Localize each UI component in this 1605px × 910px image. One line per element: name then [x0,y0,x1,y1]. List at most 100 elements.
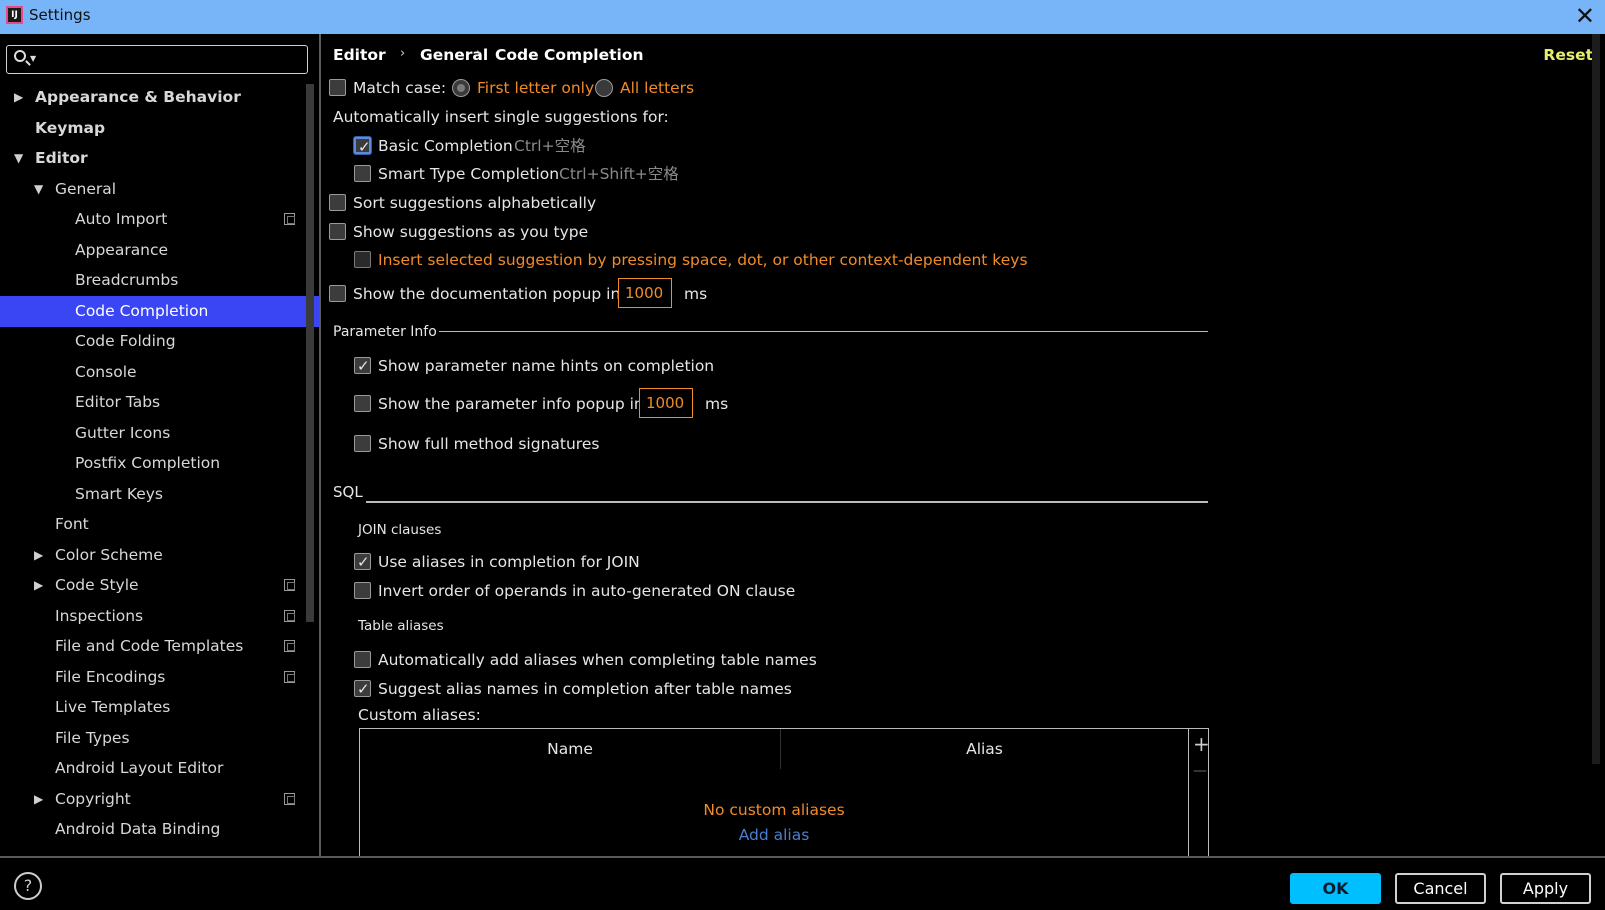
info-popup-delay-field[interactable]: 1000 [639,388,693,418]
smart-type-checkbox[interactable] [354,165,371,182]
first-letter-radio[interactable] [452,79,470,97]
insert-selected-label: Insert selected suggestion by pressing s… [378,251,1028,269]
sidebar-item-file-code-templates[interactable]: File and Code Templates [0,631,319,662]
info-popup-unit: ms [705,395,729,413]
doc-popup-delay-field[interactable]: 1000 [618,278,672,308]
info-popup-checkbox[interactable] [354,395,371,412]
search-box[interactable]: ▼ [6,45,308,74]
sidebar-item-color-scheme[interactable]: ▶ Color Scheme [0,540,319,571]
sidebar-item-copyright[interactable]: ▶ Copyright [0,784,319,815]
sidebar-item-appearance[interactable]: Appearance [0,235,319,266]
sidebar-item-label: Code Style [55,576,139,594]
project-scope-icon [284,213,295,225]
sidebar-item-label: Android Data Binding [55,820,221,838]
sidebar-item-label: Color Scheme [55,546,163,564]
sidebar-item-auto-import[interactable]: Auto Import [0,204,319,235]
expand-arrow-icon[interactable]: ▶ [34,540,43,571]
sidebar-item-editor-tabs[interactable]: Editor Tabs [0,387,319,418]
remove-icon[interactable]: — [1193,763,1207,779]
show-as-you-type-label: Show suggestions as you type [353,223,589,241]
sidebar-item-gutter-icons[interactable]: Gutter Icons [0,418,319,449]
auto-add-aliases-checkbox[interactable] [354,651,371,668]
sidebar-item-file-types[interactable]: File Types [0,723,319,754]
auto-insert-label: Automatically insert single suggestions … [333,108,669,126]
sidebar-item-general[interactable]: ▼ General [0,174,319,205]
suggest-alias-checkbox[interactable] [354,677,371,701]
insert-selected-checkbox[interactable] [354,251,371,268]
collapse-arrow-icon[interactable]: ▼ [14,143,23,174]
sidebar-item-code-style[interactable]: ▶ Code Style [0,570,319,601]
help-icon[interactable]: ? [14,872,42,900]
sidebar-item-label: Smart Keys [75,485,163,503]
sidebar-item-label: File and Code Templates [55,637,244,655]
close-icon[interactable]: ✕ [1575,3,1595,29]
full-signatures-checkbox[interactable] [354,435,371,452]
expand-arrow-icon[interactable]: ▶ [34,570,43,601]
sidebar-item-postfix-completion[interactable]: Postfix Completion [0,448,319,479]
sidebar-item-font[interactable]: Font [0,509,319,540]
sidebar-item-label: Console [75,363,137,381]
sidebar-item-code-folding[interactable]: Code Folding [0,326,319,357]
basic-completion-checkbox[interactable] [354,135,371,159]
project-scope-icon [284,579,295,591]
apply-button[interactable]: Apply [1500,873,1591,904]
sidebar-item-android-data-binding[interactable]: Android Data Binding [0,814,319,845]
doc-popup-unit: ms [684,285,708,303]
sidebar-item-code-completion[interactable]: Code Completion [0,296,319,327]
sidebar-item-label: File Encodings [55,668,166,686]
project-scope-icon [284,671,295,683]
custom-aliases-label: Custom aliases: [358,706,481,724]
sidebar-item-console[interactable]: Console [0,357,319,388]
sort-alpha-row: Sort suggestions alphabetically [329,191,729,215]
search-input[interactable] [41,49,301,71]
smart-type-shortcut: Ctrl+Shift+空格 [559,165,679,183]
collapse-arrow-icon[interactable]: ▼ [34,174,43,205]
column-header-name[interactable]: Name [360,729,780,769]
project-scope-icon [284,793,295,805]
all-letters-radio[interactable] [595,79,613,97]
sidebar-item-label: Keymap [35,119,106,137]
sidebar-item-editor[interactable]: ▼ Editor [0,143,319,174]
custom-aliases-table[interactable]: Name Alias + — No custom aliases Add ali… [359,728,1210,856]
sidebar-scrollbar[interactable] [306,84,314,622]
match-case-row: Match case: First letter only All letter… [329,76,829,100]
expand-arrow-icon[interactable]: ▶ [34,784,43,815]
add-alias-link[interactable]: Add alias [360,826,1188,844]
sidebar-item-smart-keys[interactable]: Smart Keys [0,479,319,510]
breadcrumb-separator-icon: › [476,46,482,61]
invert-order-label: Invert order of operands in auto-generat… [378,582,796,600]
project-scope-icon [284,640,295,652]
sidebar-item-file-encodings[interactable]: File Encodings [0,662,319,693]
breadcrumb-editor[interactable]: Editor [333,46,386,64]
table-aliases-title: Table aliases [358,618,444,634]
cancel-button[interactable]: Cancel [1395,873,1486,904]
settings-content: Editor › General › Code Completion Reset… [321,34,1605,856]
invert-order-checkbox[interactable] [354,582,371,599]
toolbar-divider [1188,729,1189,856]
match-case-checkbox[interactable] [329,79,346,96]
doc-popup-checkbox[interactable] [329,285,346,302]
reset-link[interactable]: Reset [1543,46,1593,64]
use-aliases-checkbox[interactable] [354,550,371,574]
sidebar-item-label: Appearance & Behavior [35,88,241,106]
ok-button[interactable]: OK [1290,873,1381,904]
name-hints-checkbox[interactable] [354,354,371,378]
all-letters-label: All letters [620,79,695,97]
content-scrollbar[interactable] [1592,34,1600,764]
sort-alpha-checkbox[interactable] [329,194,346,211]
dropdown-arrow-icon[interactable]: ▼ [30,54,36,63]
sidebar-item-breadcrumbs[interactable]: Breadcrumbs [0,265,319,296]
sidebar-item-keymap[interactable]: Keymap [0,113,319,144]
sidebar-item-label: Breadcrumbs [75,271,179,289]
search-icon [14,50,26,62]
show-as-you-type-checkbox[interactable] [329,223,346,240]
sidebar-item-live-templates[interactable]: Live Templates [0,692,319,723]
expand-arrow-icon[interactable]: ▶ [14,82,23,113]
sidebar-item-android-layout-editor[interactable]: Android Layout Editor [0,753,319,784]
sidebar-item-inspections[interactable]: Inspections [0,601,319,632]
sidebar-item-appearance-behavior[interactable]: ▶ Appearance & Behavior [0,82,319,113]
column-header-alias[interactable]: Alias [781,729,1188,769]
sort-alpha-label: Sort suggestions alphabetically [353,194,597,212]
dialog-footer: ? OK Cancel Apply [0,856,1605,910]
add-icon[interactable]: + [1193,732,1210,756]
